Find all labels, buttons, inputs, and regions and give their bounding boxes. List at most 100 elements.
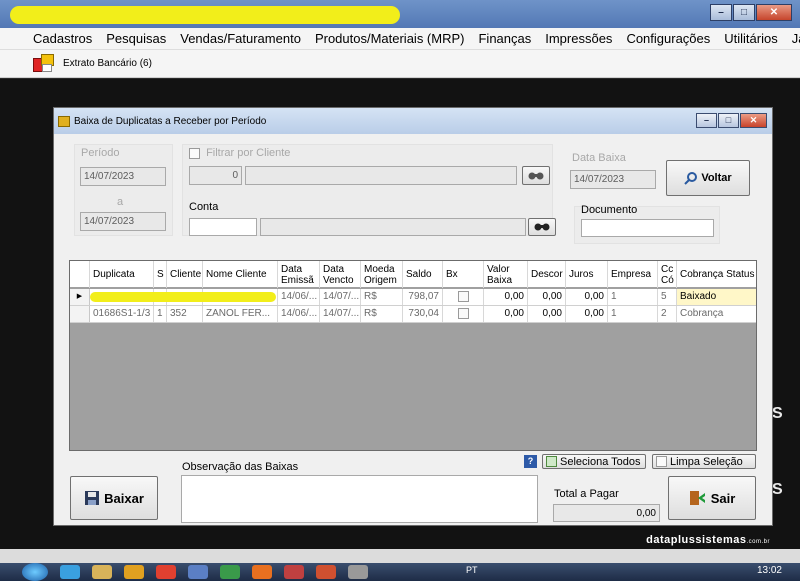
cell-desconto[interactable]: 0,00 (528, 306, 566, 322)
word-icon[interactable] (188, 565, 208, 579)
open-window-tab[interactable]: Extrato Bancário (6) (63, 58, 152, 69)
cell-moeda[interactable]: R$ (361, 289, 403, 305)
cell-cc[interactable]: 2 (658, 306, 677, 322)
col-cobranca-status[interactable]: Cobrança Status (677, 261, 756, 288)
col-cliente[interactable]: Cliente (167, 261, 203, 288)
menu-janelas[interactable]: Janelas (785, 31, 800, 46)
col-empresa[interactable]: Empresa (608, 261, 658, 288)
col-valor-baixa[interactable]: Valor Baixa (484, 261, 528, 288)
baixar-label: Baixar (104, 490, 144, 506)
clock[interactable]: 13:02 (757, 565, 782, 576)
start-button[interactable] (22, 563, 48, 581)
col-juros[interactable]: Juros (566, 261, 608, 288)
total-label: Total a Pagar (554, 488, 619, 500)
cell-data-vencto[interactable]: 14/07/... (320, 306, 361, 322)
conta-name-field[interactable] (260, 218, 526, 236)
col-data-emissao[interactable]: Data Emissã (278, 261, 320, 288)
menu-pesquisas[interactable]: Pesquisas (99, 31, 173, 46)
media-icon[interactable] (124, 565, 144, 579)
dialog-app-icon (58, 115, 70, 127)
menu-financas[interactable]: Finanças (471, 31, 538, 46)
cell-nome-cliente[interactable]: ZANOL FER... (203, 306, 278, 322)
col-saldo[interactable]: Saldo (403, 261, 443, 288)
cell-bx[interactable] (443, 289, 484, 305)
cell-duplicata[interactable]: 01686S1-1/3 (90, 306, 154, 322)
limpa-selecao-button[interactable]: Limpa Seleção (652, 454, 756, 469)
col-duplicata[interactable]: Duplicata (90, 261, 154, 288)
chrome-icon[interactable] (156, 565, 176, 579)
col-data-vencto[interactable]: Data Vencto (320, 261, 361, 288)
cell-data-emissao[interactable]: 14/06/... (278, 306, 320, 322)
cell-juros[interactable]: 0,00 (566, 289, 608, 305)
app-icon[interactable] (284, 565, 304, 579)
cell-desconto[interactable]: 0,00 (528, 289, 566, 305)
baixar-button[interactable]: Baixar (70, 476, 158, 520)
dialog-close-button[interactable]: ✕ (740, 113, 767, 128)
cell-data-emissao[interactable]: 14/06/... (278, 289, 320, 305)
search-conta-button[interactable] (528, 218, 556, 236)
cell-cliente[interactable]: 352 (167, 306, 203, 322)
app-icon[interactable] (348, 565, 368, 579)
bank-statement-icon[interactable] (33, 53, 55, 74)
cell-saldo[interactable]: 730,04 (403, 306, 443, 322)
firefox-icon[interactable] (252, 565, 272, 579)
bx-checkbox[interactable] (457, 290, 469, 302)
col-moeda-origem[interactable]: Moeda Origem (361, 261, 403, 288)
cell-cobranca-status[interactable]: Cobrança (677, 306, 756, 322)
language-indicator[interactable]: PT (466, 565, 478, 575)
table-row[interactable]: 01686S1-1/3 1 352 ZANOL FER... 14/06/...… (70, 306, 756, 323)
cell-empresa[interactable]: 1 (608, 289, 658, 305)
row-selector[interactable] (70, 306, 90, 322)
conta-code-field[interactable] (189, 218, 257, 236)
sair-button[interactable]: Sair (668, 476, 756, 520)
folder-icon[interactable] (92, 565, 112, 579)
col-s[interactable]: S (154, 261, 167, 288)
cliente-code-field[interactable]: 0 (189, 166, 242, 185)
seleciona-todos-button[interactable]: Seleciona Todos (542, 454, 646, 469)
bx-checkbox[interactable] (457, 307, 469, 319)
voltar-button[interactable]: Voltar (666, 160, 750, 196)
menu-configuracoes[interactable]: Configurações (619, 31, 717, 46)
filtrar-cliente-checkbox[interactable] (189, 147, 200, 159)
cell-data-vencto[interactable]: 14/07/... (320, 289, 361, 305)
menu-produtos-materiais[interactable]: Produtos/Materiais (MRP) (308, 31, 472, 46)
periodo-end-field[interactable]: 14/07/2023 (80, 212, 166, 231)
table-row[interactable]: ▶ 14/06/... 14/07/... R$ 798,07 0,00 0,0… (70, 289, 756, 306)
grid-header: Duplicata S Cliente Nome Cliente Data Em… (70, 261, 756, 288)
periodo-separator: a (117, 196, 124, 208)
browser-icon[interactable] (60, 565, 80, 579)
cell-cobranca-status[interactable]: Baixado (677, 289, 756, 305)
search-cliente-button[interactable] (522, 166, 550, 185)
maximize-button[interactable]: □ (733, 4, 755, 21)
menu-impressoes[interactable]: Impressões (538, 31, 619, 46)
col-cc[interactable]: Cc Có (658, 261, 677, 288)
observacao-textarea[interactable] (181, 475, 538, 523)
data-baixa-field[interactable]: 14/07/2023 (570, 170, 656, 189)
cell-saldo[interactable]: 798,07 (403, 289, 443, 305)
cell-cc[interactable]: 5 (658, 289, 677, 305)
menu-cadastros[interactable]: Cadastros (0, 31, 99, 46)
col-desconto[interactable]: Descor (528, 261, 566, 288)
close-button[interactable]: ✕ (756, 4, 792, 21)
dialog-minimize-button[interactable]: – (696, 113, 717, 128)
excel-icon[interactable] (220, 565, 240, 579)
cell-juros[interactable]: 0,00 (566, 306, 608, 322)
menu-utilitarios[interactable]: Utilitários (717, 31, 784, 46)
cell-valor-baixa[interactable]: 0,00 (484, 289, 528, 305)
cell-s[interactable]: 1 (154, 306, 167, 322)
menu-vendas-faturamento[interactable]: Vendas/Faturamento (173, 31, 308, 46)
cell-valor-baixa[interactable]: 0,00 (484, 306, 528, 322)
help-icon[interactable]: ? (524, 455, 537, 468)
periodo-start-field[interactable]: 14/07/2023 (80, 167, 166, 186)
dialog-maximize-button[interactable]: □ (718, 113, 739, 128)
app-icon[interactable] (316, 565, 336, 579)
filtrar-cliente-toggle[interactable]: Filtrar por Cliente (189, 147, 290, 159)
cliente-name-field[interactable] (245, 166, 517, 185)
cell-moeda[interactable]: R$ (361, 306, 403, 322)
minimize-button[interactable]: – (710, 4, 732, 21)
col-nome-cliente[interactable]: Nome Cliente (203, 261, 278, 288)
col-bx[interactable]: Bx (443, 261, 484, 288)
documento-field[interactable] (581, 219, 714, 237)
cell-empresa[interactable]: 1 (608, 306, 658, 322)
cell-bx[interactable] (443, 306, 484, 322)
